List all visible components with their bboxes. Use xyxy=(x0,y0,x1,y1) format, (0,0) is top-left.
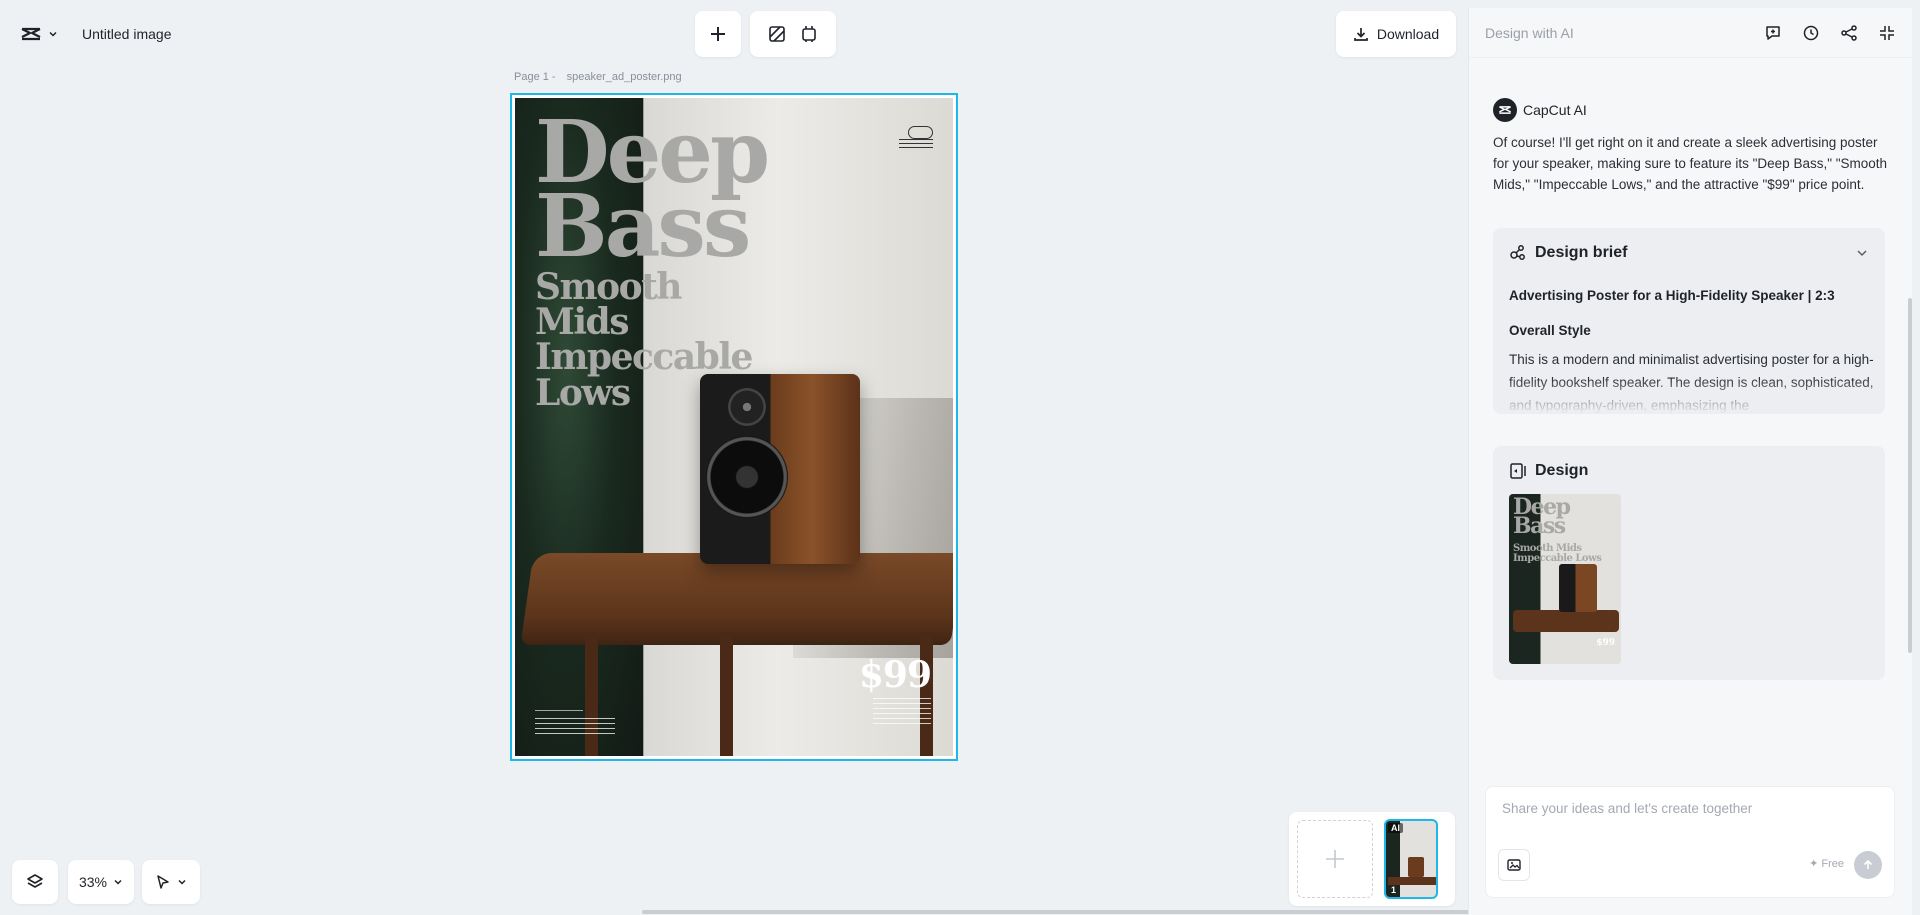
design-brief-card[interactable]: Design brief Advertising Poster for a Hi… xyxy=(1493,228,1885,414)
remove-background-button[interactable] xyxy=(768,25,786,43)
download-button[interactable]: Download xyxy=(1336,11,1456,57)
pointer-icon xyxy=(157,875,169,889)
headline-bass: Bass xyxy=(535,175,751,277)
canvas-tools xyxy=(750,11,836,57)
free-label: ✦ Free xyxy=(1809,858,1844,870)
page-number-label: Page 1 - xyxy=(514,71,556,83)
table-leg xyxy=(720,633,733,756)
image-upload-icon xyxy=(1507,859,1521,871)
plus-icon xyxy=(1326,850,1344,868)
sub-lows: Lows xyxy=(535,371,631,414)
poster-canvas[interactable]: Deep Bass Smooth Mids Impeccable Lows $9… xyxy=(510,93,958,761)
design-icon xyxy=(1510,463,1526,479)
thumbnail-table xyxy=(1388,877,1436,885)
panel-scrollbar[interactable] xyxy=(1908,298,1912,653)
thumbnail-table xyxy=(1513,610,1619,632)
add-element-button[interactable] xyxy=(695,11,741,57)
arrow-up-icon xyxy=(1863,859,1873,869)
sub-impeccable: Impeccable xyxy=(535,336,753,379)
chevron-down-icon[interactable] xyxy=(1855,246,1869,260)
prompt-input[interactable] xyxy=(1502,801,1872,816)
attach-image-button[interactable] xyxy=(1498,849,1530,881)
page-file-name[interactable]: speaker_ad_poster.png xyxy=(567,71,682,83)
fine-print-right xyxy=(873,698,931,724)
layers-button[interactable] xyxy=(12,860,58,904)
sub-mids: Mids xyxy=(535,301,629,344)
ai-design-panel: Design with AI CapCut AI Of course! I'll… xyxy=(1468,8,1912,915)
page-strip: AI 1 xyxy=(1289,812,1455,906)
new-chat-button[interactable] xyxy=(1764,24,1782,42)
fine-print-left xyxy=(535,718,615,736)
ai-author-name: CapCut AI xyxy=(1523,102,1587,118)
design-thumbnail[interactable]: Deep Bass Smooth Mids Impeccable Lows $9… xyxy=(1509,494,1621,664)
page-number: 1 xyxy=(1391,885,1397,895)
page-thumbnail[interactable]: AI 1 xyxy=(1384,819,1438,899)
poster-image[interactable]: Deep Bass Smooth Mids Impeccable Lows $9… xyxy=(515,98,953,756)
brief-fade xyxy=(1493,378,1885,414)
pointer-tool-button[interactable] xyxy=(142,860,200,904)
chevron-down-icon xyxy=(49,31,57,37)
history-button[interactable] xyxy=(1802,24,1820,42)
app-menu-button[interactable] xyxy=(20,26,58,42)
download-label: Download xyxy=(1376,26,1440,42)
zoom-control[interactable]: 33% xyxy=(68,860,134,904)
design-brief-header[interactable]: Design brief xyxy=(1493,228,1885,262)
poster-price: $99 xyxy=(858,654,932,696)
design-result-card: Design Deep Bass Smooth Mids Impeccable … xyxy=(1493,446,1885,680)
thumbnail-speaker xyxy=(1559,564,1597,612)
panel-title: Design with AI xyxy=(1485,24,1574,41)
speaker-woofer xyxy=(706,436,788,518)
download-icon xyxy=(1354,28,1368,41)
panel-header: Design with AI xyxy=(1469,8,1912,58)
ai-badge: AI xyxy=(1388,823,1403,833)
send-button[interactable] xyxy=(1854,851,1882,879)
prompt-composer: ✦ Free xyxy=(1485,786,1895,898)
share-button[interactable] xyxy=(1840,24,1858,42)
capcut-avatar-icon xyxy=(1493,98,1517,122)
collapse-panel-button[interactable] xyxy=(1878,24,1896,42)
horizontal-scrollbar[interactable] xyxy=(642,910,1475,914)
top-left-bar: Untitled image xyxy=(20,20,172,48)
capcut-logo-icon xyxy=(21,27,41,41)
brief-icon xyxy=(1510,245,1525,260)
ai-message: Of course! I'll get right on it and crea… xyxy=(1493,135,1888,192)
background-icon xyxy=(769,26,785,42)
zoom-value: 33% xyxy=(78,874,108,890)
table-leg xyxy=(585,633,598,756)
history-icon xyxy=(1803,25,1819,40)
thumbnail-headline: Deep Bass xyxy=(1513,494,1571,539)
thumbnail-price: $99 xyxy=(1596,638,1615,648)
document-title[interactable]: Untitled image xyxy=(82,26,172,42)
new-chat-icon xyxy=(1766,25,1780,40)
divider-line xyxy=(535,710,583,711)
design-heading: Design xyxy=(1535,462,1589,479)
share-icon xyxy=(1841,24,1857,41)
design-header: Design xyxy=(1493,446,1885,480)
resize-button[interactable] xyxy=(800,25,818,43)
ai-author: CapCut AI xyxy=(1493,98,1587,122)
thumbnail-subhead: Smooth Mids Impeccable Lows xyxy=(1513,543,1602,564)
layers-icon xyxy=(27,874,43,888)
design-brief-heading: Design brief xyxy=(1535,244,1628,261)
add-page-button[interactable] xyxy=(1297,820,1373,898)
table-top xyxy=(520,553,953,645)
collapse-icon xyxy=(1880,25,1894,40)
panel-actions xyxy=(1764,24,1896,42)
page-label: Page 1 - speaker_ad_poster.png xyxy=(514,71,682,83)
thumbnail-speaker xyxy=(1408,857,1424,877)
chevron-down-icon xyxy=(178,879,186,885)
brief-subtitle: Advertising Poster for a High-Fidelity S… xyxy=(1509,288,1835,303)
chevron-down-icon xyxy=(114,879,122,885)
resize-icon xyxy=(802,26,816,42)
brief-section-title: Overall Style xyxy=(1509,323,1591,338)
brand-logo xyxy=(899,126,933,154)
plus-icon xyxy=(711,27,725,41)
poster-headline: Deep Bass Smooth Mids Impeccable Lows xyxy=(535,110,770,414)
